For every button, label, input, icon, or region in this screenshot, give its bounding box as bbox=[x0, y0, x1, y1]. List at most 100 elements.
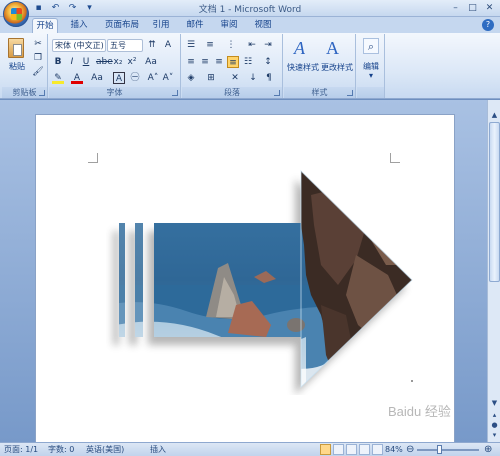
font-color-icon[interactable]: A bbox=[71, 72, 83, 84]
styles-launcher-icon[interactable] bbox=[347, 90, 353, 96]
cut-icon[interactable]: ✂ bbox=[32, 38, 44, 50]
tab-insert[interactable]: 插入 bbox=[66, 18, 92, 33]
page-count[interactable]: 页面: 1/1 bbox=[4, 444, 38, 456]
change-styles-label[interactable]: 更改样式 bbox=[318, 62, 356, 73]
insert-mode[interactable]: 插入 bbox=[150, 444, 166, 456]
sort-icon[interactable]: ↓ bbox=[247, 72, 259, 84]
document-area: Baidu 经验 bbox=[0, 100, 487, 444]
styles-group: A 快速样式 A 更改样式 样式 bbox=[284, 34, 356, 98]
grow-font-icon[interactable]: A˄ bbox=[147, 72, 159, 84]
subscript-icon[interactable]: x₂ bbox=[112, 56, 124, 68]
tab-mailings[interactable]: 邮件 bbox=[182, 18, 208, 33]
paragraph-launcher-icon[interactable] bbox=[274, 90, 280, 96]
bullets-icon[interactable]: ☰ bbox=[185, 39, 197, 51]
outline-view-icon[interactable] bbox=[359, 444, 370, 455]
clipboard-launcher-icon[interactable] bbox=[39, 90, 45, 96]
web-layout-view-icon[interactable] bbox=[346, 444, 357, 455]
superscript-icon[interactable]: x² bbox=[126, 56, 138, 68]
numbering-icon[interactable]: ≡ bbox=[204, 39, 216, 51]
zoom-slider[interactable] bbox=[417, 449, 479, 451]
borders-icon[interactable]: ⊞ bbox=[205, 72, 217, 84]
edit-dropdown-icon[interactable]: ▾ bbox=[357, 71, 385, 80]
tab-page-layout[interactable]: 页面布局 bbox=[102, 18, 142, 33]
margin-corner-top-right bbox=[390, 153, 400, 163]
arrow-picture-shape[interactable] bbox=[106, 165, 436, 395]
shading-icon[interactable]: ◈ bbox=[185, 72, 197, 84]
office-logo-icon bbox=[11, 8, 22, 20]
format-painter-icon[interactable]: 🖌 bbox=[32, 66, 44, 78]
shrink-font-icon[interactable]: A˅ bbox=[162, 72, 174, 84]
font-launcher-icon[interactable] bbox=[172, 90, 178, 96]
quick-styles-icon[interactable]: A bbox=[294, 37, 314, 59]
multilevel-list-icon[interactable]: ⋮ bbox=[225, 39, 237, 51]
scroll-up-icon[interactable]: ▲ bbox=[489, 110, 500, 121]
word-count[interactable]: 字数: 0 bbox=[48, 444, 74, 456]
scroll-thumb[interactable] bbox=[489, 122, 500, 282]
char-spacing-icon[interactable]: Aa bbox=[91, 72, 103, 84]
margin-corner-top-left bbox=[88, 153, 98, 163]
chinese-layout-icon[interactable]: ✕ bbox=[229, 72, 241, 84]
editing-group: ⌕ 编辑 ▾ bbox=[357, 34, 385, 98]
line-spacing-icon[interactable]: ↕ bbox=[262, 56, 274, 68]
next-page-icon[interactable]: ▾ bbox=[489, 430, 500, 441]
full-screen-reading-view-icon[interactable] bbox=[333, 444, 344, 455]
show-marks-icon[interactable]: ¶ bbox=[263, 72, 275, 84]
editing-group-label bbox=[357, 87, 384, 98]
font-size-select[interactable]: 五号 bbox=[107, 39, 143, 52]
watermark: Baidu 经验 bbox=[388, 404, 451, 419]
align-left-icon[interactable]: ≡ bbox=[185, 56, 197, 68]
paste-icon[interactable] bbox=[8, 38, 24, 58]
clipboard-group: 粘贴 ✂ ❐ 🖌 剪贴板 bbox=[2, 34, 48, 98]
align-center-icon[interactable]: ≡ bbox=[199, 56, 211, 68]
close-button[interactable]: ✕ bbox=[482, 2, 497, 14]
cursor-dot bbox=[411, 380, 413, 382]
copy-icon[interactable]: ❐ bbox=[32, 52, 44, 64]
tab-references[interactable]: 引用 bbox=[148, 18, 174, 33]
help-icon[interactable]: ? bbox=[482, 19, 494, 31]
zoom-level[interactable]: 84% bbox=[385, 444, 403, 456]
font-group-label: 字体 bbox=[49, 87, 180, 98]
bold-icon[interactable]: B bbox=[52, 56, 64, 68]
status-bar: 页面: 1/1 字数: 0 英语(美国) 插入 84% ⊖ ⊕ bbox=[0, 442, 500, 456]
change-case-icon[interactable]: ⇈ bbox=[146, 39, 158, 51]
font-name-select[interactable]: 宋体 (中文正) bbox=[52, 39, 106, 52]
tab-home[interactable]: 开始 bbox=[32, 18, 58, 33]
tab-review[interactable]: 审阅 bbox=[216, 18, 242, 33]
quick-styles-label[interactable]: 快速样式 bbox=[284, 62, 322, 73]
enclosed-char-icon[interactable]: ㊀ bbox=[129, 72, 141, 84]
binoculars-icon[interactable]: ⌕ bbox=[363, 38, 379, 54]
window-title: 文档 1 - Microsoft Word bbox=[198, 5, 302, 15]
scroll-down-icon[interactable]: ▼ bbox=[489, 398, 500, 409]
title-bar: ▪ ↶ ↷ ▾ 文档 1 - Microsoft Word – □ ✕ bbox=[0, 0, 500, 27]
text-effects-icon[interactable]: Aa bbox=[145, 56, 157, 68]
zoom-in-icon[interactable]: ⊕ bbox=[484, 444, 492, 455]
document-page[interactable]: Baidu 经验 bbox=[35, 114, 455, 444]
increase-indent-icon[interactable]: ⇥ bbox=[262, 39, 274, 51]
ribbon-tabs: 开始 插入 页面布局 引用 邮件 审阅 视图 ? bbox=[0, 17, 500, 33]
underline-icon[interactable]: U bbox=[80, 56, 92, 68]
align-right-icon[interactable]: ≡ bbox=[213, 56, 225, 68]
strikethrough-icon[interactable]: abe bbox=[96, 56, 113, 68]
styles-group-label: 样式 bbox=[284, 87, 355, 98]
char-border-icon[interactable]: A bbox=[113, 72, 125, 84]
italic-icon[interactable]: I bbox=[66, 56, 78, 68]
draft-view-icon[interactable] bbox=[372, 444, 383, 455]
clear-format-icon[interactable]: A bbox=[162, 39, 174, 51]
ribbon: 粘贴 ✂ ❐ 🖌 剪贴板 宋体 (中文正) 五号 ⇈ A B I U abe x… bbox=[0, 33, 500, 99]
change-styles-icon[interactable]: A bbox=[326, 37, 346, 59]
tab-view[interactable]: 视图 bbox=[250, 18, 276, 33]
maximize-button[interactable]: □ bbox=[465, 2, 480, 14]
office-button[interactable] bbox=[3, 1, 29, 27]
minimize-button[interactable]: – bbox=[448, 2, 463, 14]
paste-label[interactable]: 粘贴 bbox=[4, 61, 30, 72]
paragraph-group-label: 段落 bbox=[182, 87, 282, 98]
highlight-icon[interactable]: ✎ bbox=[52, 72, 64, 84]
distributed-icon[interactable]: ☷ bbox=[242, 56, 254, 68]
zoom-out-icon[interactable]: ⊖ bbox=[406, 444, 414, 455]
language-indicator[interactable]: 英语(美国) bbox=[86, 444, 124, 456]
zoom-slider-thumb[interactable] bbox=[437, 445, 442, 454]
justify-icon[interactable]: ≡ bbox=[227, 56, 239, 68]
decrease-indent-icon[interactable]: ⇤ bbox=[246, 39, 258, 51]
print-layout-view-icon[interactable] bbox=[320, 444, 331, 455]
vertical-scrollbar[interactable]: ▲ ▼ ▴ ● ▾ bbox=[487, 100, 500, 442]
